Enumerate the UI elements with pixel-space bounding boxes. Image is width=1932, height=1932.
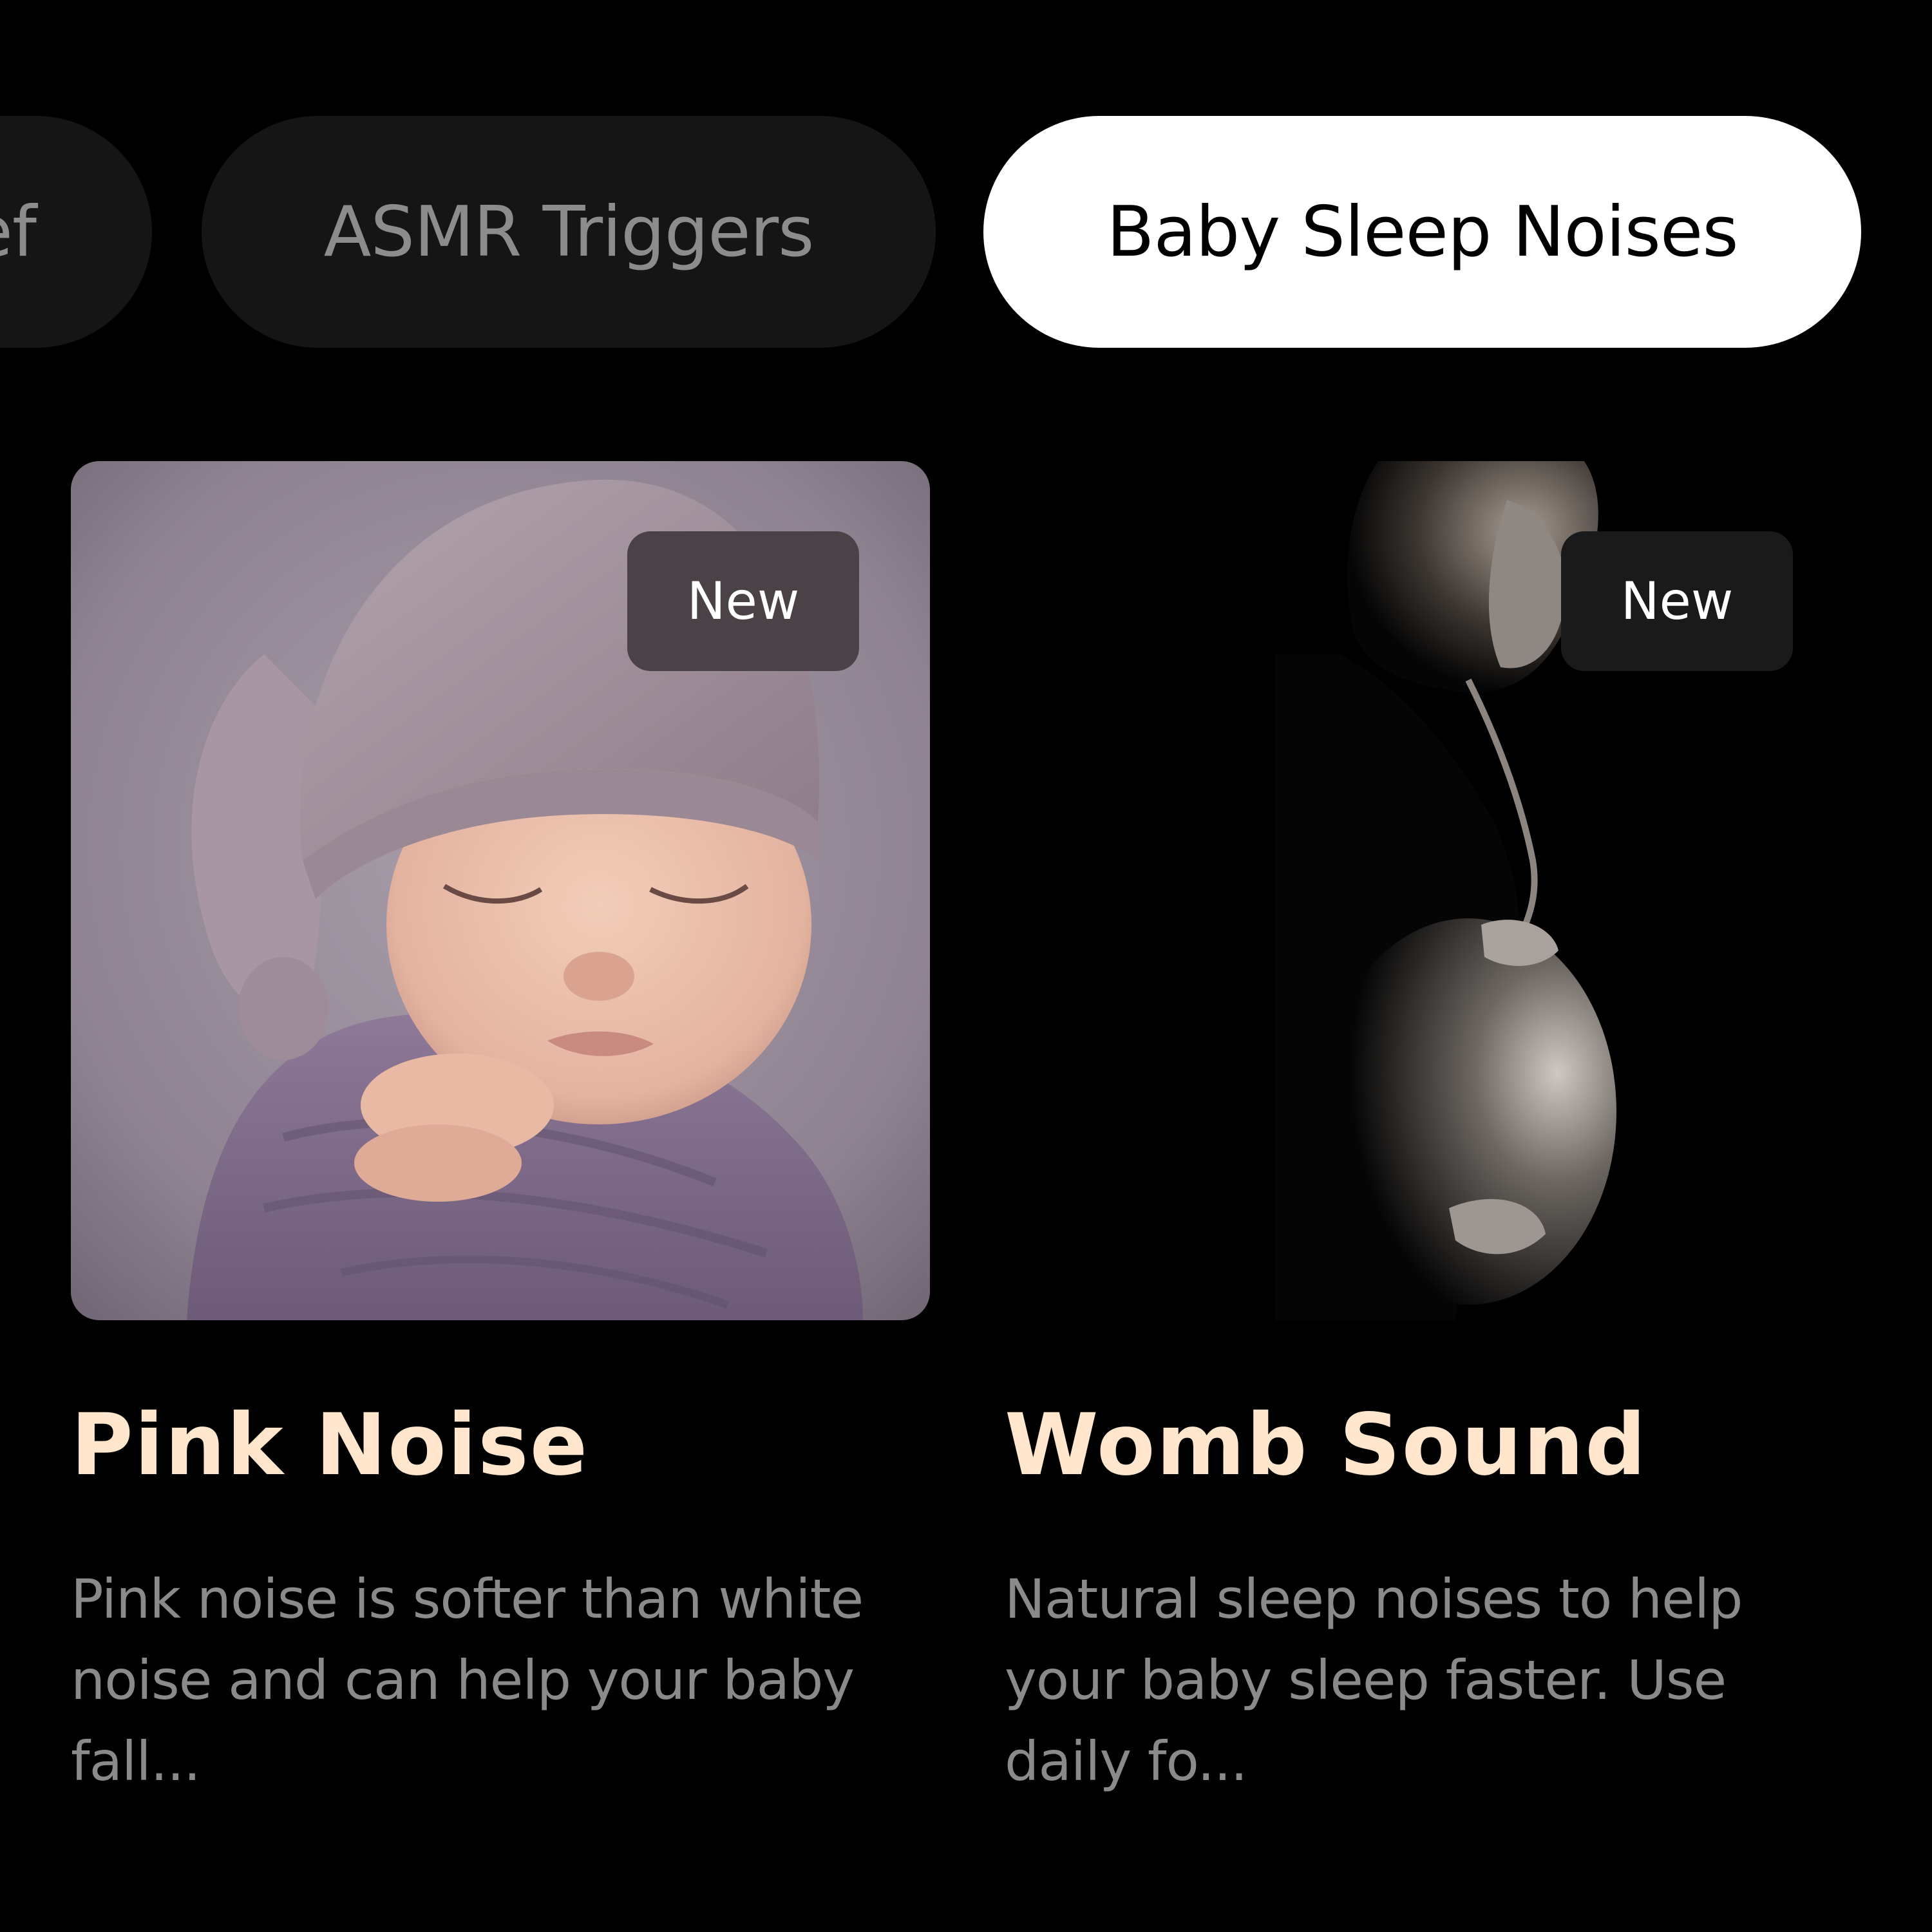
category-chip-label: ASMR Triggers <box>323 191 815 272</box>
sound-card-thumbnail[interactable]: New <box>1005 461 1864 1320</box>
category-chip-partial[interactable]: ef <box>0 116 152 348</box>
card-description: Pink noise is softer than white noise an… <box>71 1567 864 1793</box>
new-badge: New <box>1561 531 1793 671</box>
card-title: Pink Noise <box>71 1396 589 1495</box>
card-title: Womb Sound <box>1005 1396 1647 1495</box>
card-description: Natural sleep noises to help your baby s… <box>1005 1567 1743 1793</box>
new-badge: New <box>627 531 859 671</box>
sound-card-womb-sound[interactable]: New Womb Sound Natural sleep noises to h… <box>1005 461 1864 1802</box>
category-chip-label: Baby Sleep Noises <box>1106 191 1738 272</box>
sound-card-thumbnail[interactable]: New <box>71 461 930 1320</box>
category-chips: ef ASMR Triggers Baby Sleep Noises <box>0 0 1932 361</box>
category-chip-asmr-triggers[interactable]: ASMR Triggers <box>202 116 936 348</box>
category-chip-label: ef <box>0 191 37 272</box>
category-chip-baby-sleep-noises[interactable]: Baby Sleep Noises <box>983 116 1861 348</box>
sound-card-pink-noise[interactable]: New Pink Noise Pink noise is softer than… <box>71 461 930 1802</box>
